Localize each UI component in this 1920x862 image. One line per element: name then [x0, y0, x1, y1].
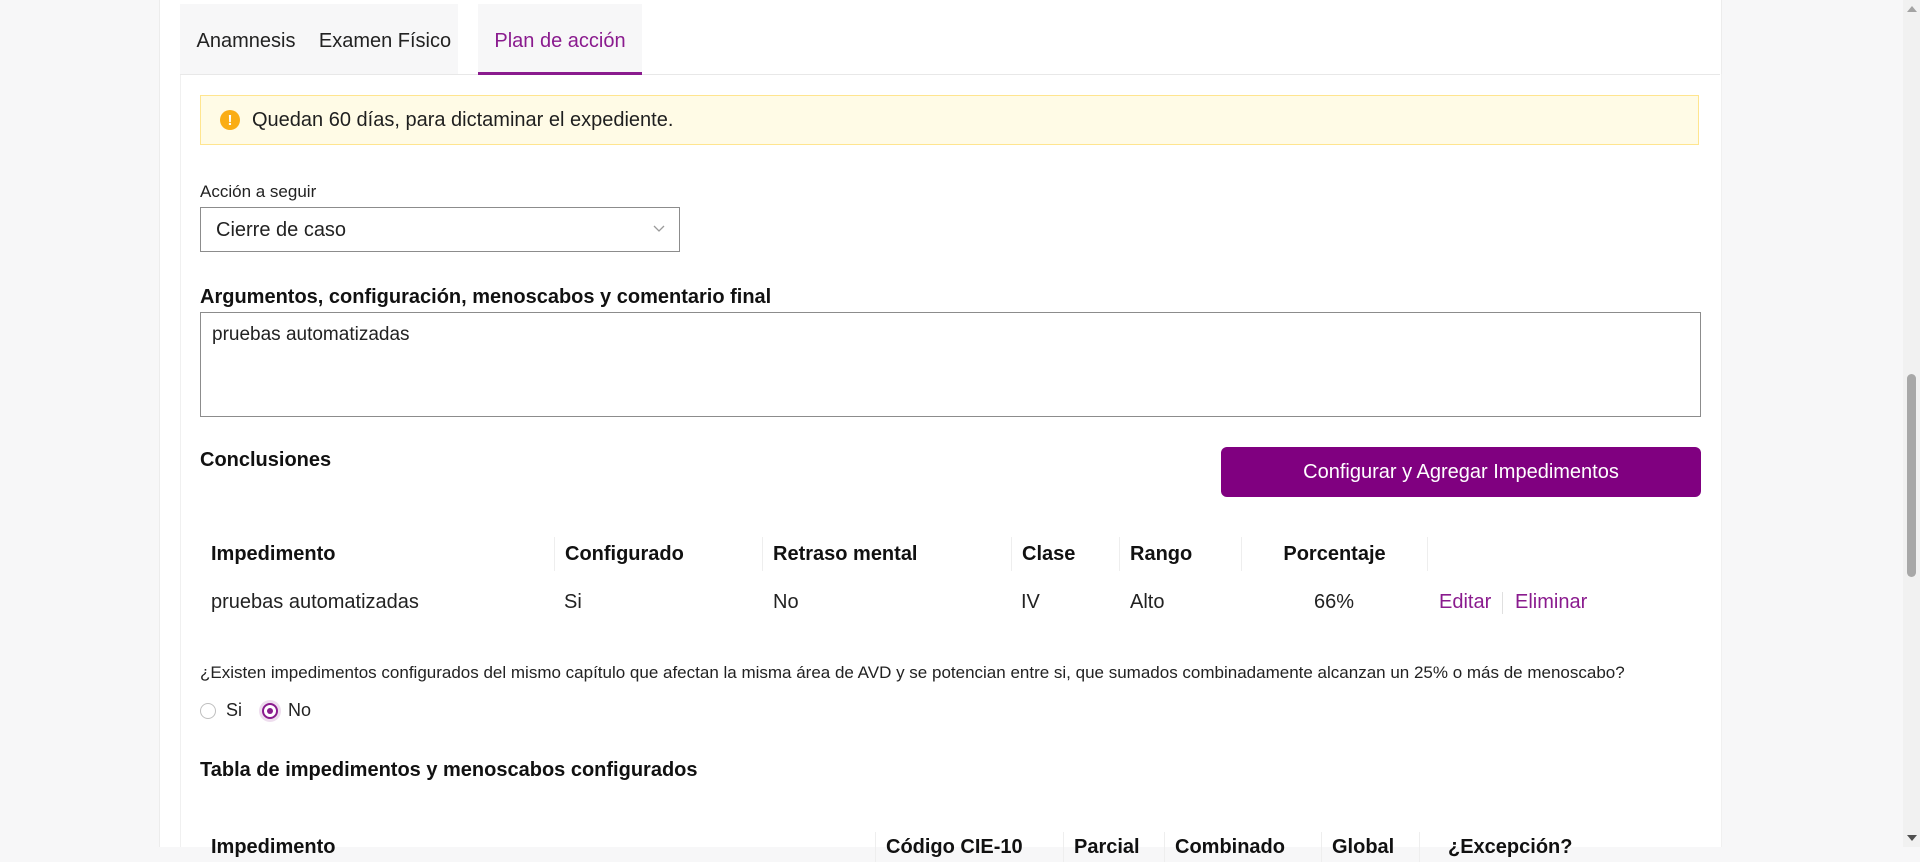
- radio-no[interactable]: No: [262, 700, 311, 721]
- cell-impedimento: pruebas automatizadas: [211, 591, 419, 613]
- combined-impediments-question: ¿Existen impedimentos configurados del m…: [200, 663, 1625, 682]
- config-table-title: Tabla de impedimentos y menoscabos confi…: [200, 759, 698, 781]
- column-header-actions: [1427, 537, 1702, 571]
- tab-examen-fisico[interactable]: Examen Físico: [312, 4, 458, 74]
- scroll-down-arrow-icon[interactable]: [1907, 835, 1917, 841]
- action-select[interactable]: Cierre de caso: [200, 207, 680, 252]
- cell-configurado: Si: [564, 591, 582, 613]
- tab-anamnesis[interactable]: Anamnesis: [180, 4, 312, 74]
- configure-add-impediments-button[interactable]: Configurar y Agregar Impedimentos: [1221, 447, 1701, 497]
- cell-clase: IV: [1021, 591, 1040, 613]
- action-divider: [1502, 592, 1503, 614]
- arguments-label: Argumentos, configuración, menoscabos y …: [200, 286, 772, 308]
- chevron-down-icon: [653, 225, 665, 232]
- config-column-header-global: Global: [1321, 832, 1419, 862]
- tab-bar: Anamnesis Examen Físico Plan de acción: [180, 4, 1720, 75]
- alert-text: Quedan 60 días, para dictaminar el exped…: [252, 108, 674, 131]
- config-column-header-codigo-cie10: Código CIE-10: [875, 832, 1063, 862]
- column-header-porcentaje: Porcentaje: [1241, 537, 1427, 571]
- column-header-impedimento: Impedimento: [211, 543, 336, 565]
- arguments-textarea[interactable]: pruebas automatizadas: [200, 312, 1701, 417]
- deadline-alert: ! Quedan 60 días, para dictaminar el exp…: [200, 95, 1699, 145]
- radio-si-circle: [200, 702, 216, 719]
- cell-retraso-mental: No: [773, 591, 799, 613]
- config-column-header-parcial: Parcial: [1063, 832, 1164, 862]
- delete-link[interactable]: Eliminar: [1515, 591, 1587, 614]
- action-label: Acción a seguir: [200, 182, 317, 201]
- config-column-header-combinado: Combinado: [1164, 832, 1321, 862]
- column-header-rango: Rango: [1119, 537, 1241, 571]
- edit-link[interactable]: Editar: [1439, 591, 1491, 614]
- tab-plan-de-accion[interactable]: Plan de acción: [478, 4, 642, 75]
- radio-si[interactable]: Si: [200, 700, 242, 721]
- radio-no-label: No: [288, 700, 312, 720]
- column-header-configurado: Configurado: [554, 537, 762, 571]
- cell-porcentaje: 66%: [1313, 591, 1355, 613]
- scrollbar-thumb[interactable]: [1907, 374, 1916, 577]
- config-column-header-impedimento: Impedimento: [211, 836, 336, 858]
- exclamation-circle-icon: !: [220, 110, 240, 130]
- scroll-up-arrow-icon[interactable]: [1907, 6, 1917, 12]
- radio-si-label: Si: [226, 700, 243, 720]
- conclusions-title: Conclusiones: [200, 449, 332, 471]
- cell-rango: Alto: [1130, 591, 1165, 613]
- column-header-retraso-mental: Retraso mental: [762, 537, 1011, 571]
- config-column-header-excepcion: ¿Excepción?: [1419, 832, 1619, 862]
- column-header-clase: Clase: [1011, 537, 1119, 571]
- action-select-value: Cierre de caso: [216, 219, 347, 241]
- radio-no-circle: [262, 702, 278, 719]
- vertical-scrollbar[interactable]: [1903, 0, 1920, 847]
